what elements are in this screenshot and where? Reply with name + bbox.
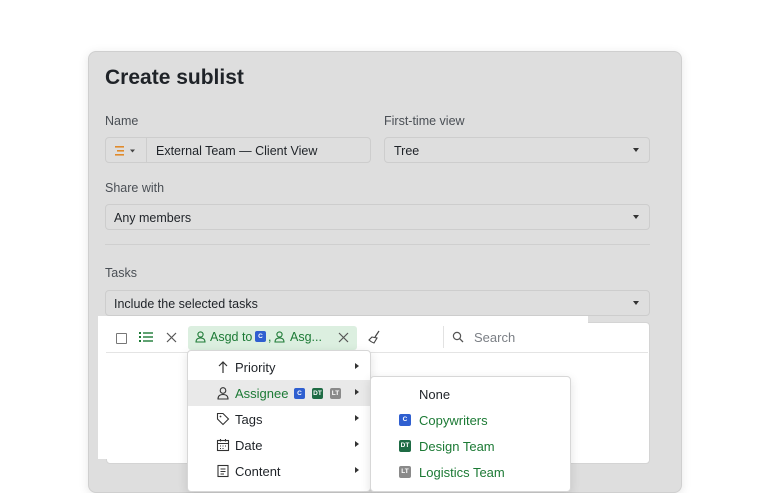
menu-item-content[interactable]: Content bbox=[188, 458, 370, 484]
person-icon bbox=[195, 331, 206, 343]
menu-item-label: Assignee bbox=[235, 386, 289, 401]
menu-item-label: Date bbox=[235, 438, 263, 453]
logistics-team-badge: LT bbox=[330, 388, 341, 399]
tag-icon bbox=[216, 412, 230, 426]
share-label: Share with bbox=[105, 181, 165, 195]
search-input[interactable]: Search bbox=[474, 330, 515, 345]
chevron-right-icon bbox=[355, 441, 359, 447]
submenu-item-design-team[interactable]: DT Design Team bbox=[371, 433, 570, 459]
submenu-item-label: Logistics Team bbox=[419, 465, 505, 480]
search-divider bbox=[443, 326, 444, 348]
menu-item-priority[interactable]: Priority bbox=[188, 354, 370, 380]
copywriters-badge: C bbox=[294, 388, 305, 399]
broom-icon[interactable] bbox=[368, 330, 382, 344]
menu-item-assignee[interactable]: Assignee C DT LT bbox=[188, 380, 370, 406]
list-style-icon[interactable] bbox=[114, 145, 140, 157]
submenu-item-label: Design Team bbox=[419, 439, 495, 454]
search-icon bbox=[452, 331, 464, 343]
first-view-value: Tree bbox=[394, 144, 420, 158]
first-view-label: First-time view bbox=[384, 114, 465, 128]
filter-menu: Priority Assignee C DT LT Tags Date Cont… bbox=[187, 350, 371, 492]
share-select[interactable]: Any members bbox=[105, 204, 650, 230]
first-view-select[interactable]: Tree bbox=[384, 137, 650, 163]
copywriters-badge: C bbox=[255, 331, 266, 342]
filter-chip-separator: , bbox=[268, 330, 272, 344]
calendar-icon bbox=[216, 438, 230, 452]
document-icon bbox=[216, 464, 230, 478]
copywriters-badge: C bbox=[399, 414, 411, 426]
logistics-team-badge: LT bbox=[399, 466, 411, 478]
design-team-badge: DT bbox=[399, 440, 411, 452]
menu-item-label: Priority bbox=[235, 360, 276, 375]
section-divider bbox=[105, 244, 650, 245]
person-icon bbox=[274, 331, 285, 343]
submenu-item-none[interactable]: None bbox=[371, 381, 570, 407]
assignee-submenu: None C Copywriters DT Design Team LT Log… bbox=[370, 376, 571, 492]
arrow-up-icon bbox=[216, 360, 230, 374]
tasks-value: Include the selected tasks bbox=[114, 297, 258, 311]
close-icon[interactable] bbox=[166, 332, 177, 343]
filter-chip-prefix: Asgd to bbox=[210, 330, 253, 344]
name-field[interactable]: External Team — Client View bbox=[105, 137, 371, 163]
tasks-label: Tasks bbox=[105, 266, 137, 280]
submenu-item-label: None bbox=[419, 387, 451, 402]
menu-item-label: Content bbox=[235, 464, 281, 479]
menu-item-tags[interactable]: Tags bbox=[188, 406, 370, 432]
name-field-divider bbox=[146, 138, 147, 162]
filter-chip-suffix: Asg... bbox=[290, 330, 322, 344]
menu-item-label: Tags bbox=[235, 412, 263, 427]
remove-filter-close-icon[interactable] bbox=[338, 332, 349, 343]
menu-item-date[interactable]: Date bbox=[188, 432, 370, 458]
tasks-select[interactable]: Include the selected tasks bbox=[105, 290, 650, 316]
chevron-down-icon bbox=[633, 215, 639, 219]
chevron-right-icon bbox=[355, 467, 359, 473]
chevron-right-icon bbox=[355, 363, 359, 369]
chevron-right-icon bbox=[355, 389, 359, 395]
chevron-right-icon bbox=[355, 415, 359, 421]
select-all-checkbox[interactable] bbox=[116, 333, 127, 344]
chevron-down-icon bbox=[633, 301, 639, 305]
submenu-item-label: Copywriters bbox=[419, 413, 488, 428]
dialog-title: Create sublist bbox=[105, 66, 244, 89]
submenu-item-logistics-team[interactable]: LT Logistics Team bbox=[371, 459, 570, 485]
person-icon bbox=[216, 386, 230, 400]
name-input-value[interactable]: External Team — Client View bbox=[156, 144, 317, 158]
name-label: Name bbox=[105, 114, 139, 128]
chevron-down-icon bbox=[633, 148, 639, 152]
share-value: Any members bbox=[114, 211, 192, 225]
design-team-badge: DT bbox=[312, 388, 323, 399]
list-view-icon[interactable] bbox=[139, 331, 153, 343]
submenu-item-copywriters[interactable]: C Copywriters bbox=[371, 407, 570, 433]
